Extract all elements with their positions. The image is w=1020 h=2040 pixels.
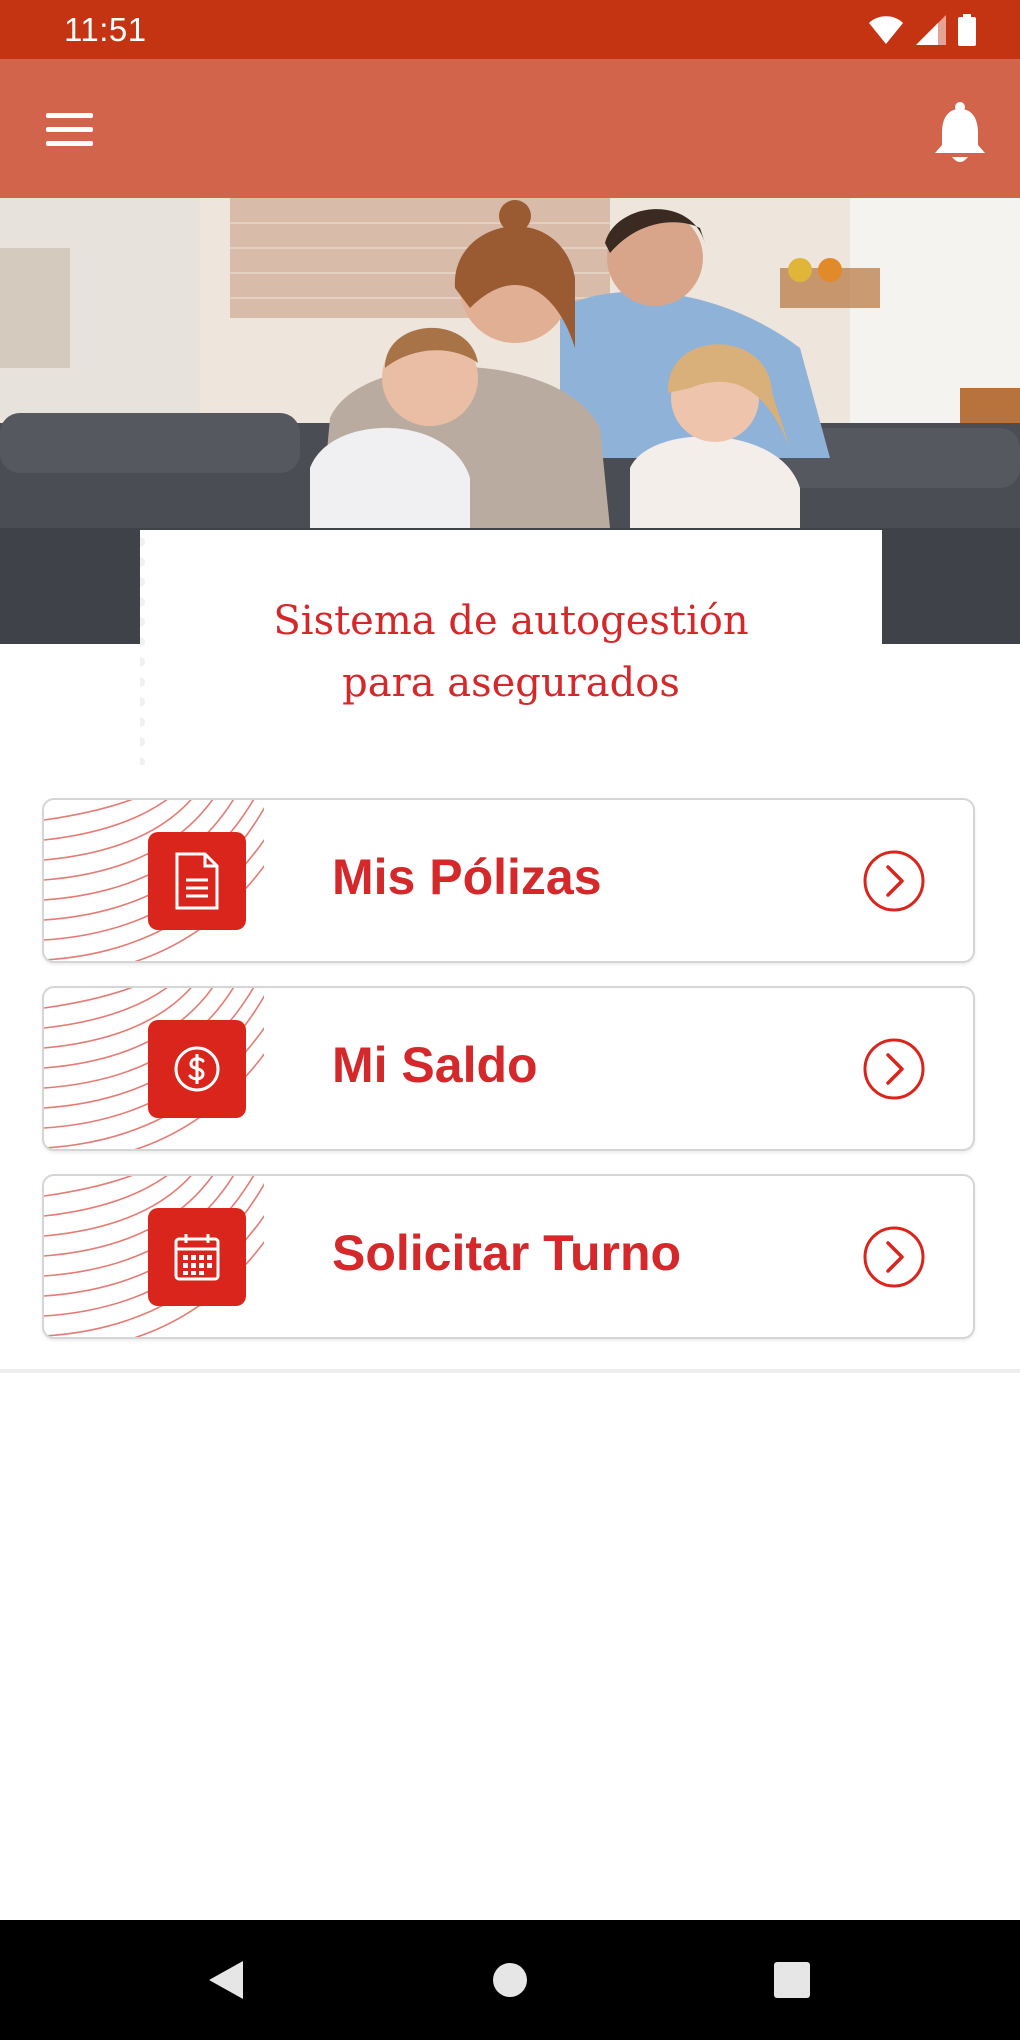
chevron-right-icon[interactable]	[862, 849, 926, 913]
dollar-icon	[148, 1020, 246, 1118]
mi-saldo-card[interactable]: Mi Saldo	[42, 986, 975, 1151]
divider	[0, 1369, 1020, 1373]
hamburger-menu-icon[interactable]	[32, 99, 108, 159]
calendar-icon	[148, 1208, 246, 1306]
mis-polizas-label: Mis Pólizas	[332, 849, 602, 905]
chevron-right-icon[interactable]	[862, 1037, 926, 1101]
back-icon[interactable]	[195, 1955, 255, 2005]
document-icon	[148, 832, 246, 930]
home-icon[interactable]	[480, 1955, 540, 2005]
status-icons	[868, 13, 976, 47]
status-time: 11:51	[64, 11, 147, 48]
system-nav-bar	[0, 1920, 1020, 2040]
app-bar	[0, 59, 1020, 198]
mis-polizas-card[interactable]: Mis Pólizas	[42, 798, 975, 963]
solicitar-turno-card[interactable]: Solicitar Turno	[42, 1174, 975, 1339]
wifi-icon	[869, 16, 903, 44]
cell-signal-icon	[916, 15, 946, 45]
mi-saldo-label: Mi Saldo	[332, 1037, 538, 1093]
recents-icon[interactable]	[762, 1955, 822, 2005]
solicitar-turno-label: Solicitar Turno	[332, 1225, 682, 1281]
title-card: Sistema de autogestión para asegurados	[140, 530, 882, 765]
page-title: Sistema de autogestión para asegurados	[273, 598, 749, 706]
chevron-right-icon[interactable]	[862, 1225, 926, 1289]
bell-icon[interactable]	[930, 99, 990, 169]
status-bar: 11:51	[0, 0, 1020, 59]
battery-icon	[958, 14, 976, 46]
